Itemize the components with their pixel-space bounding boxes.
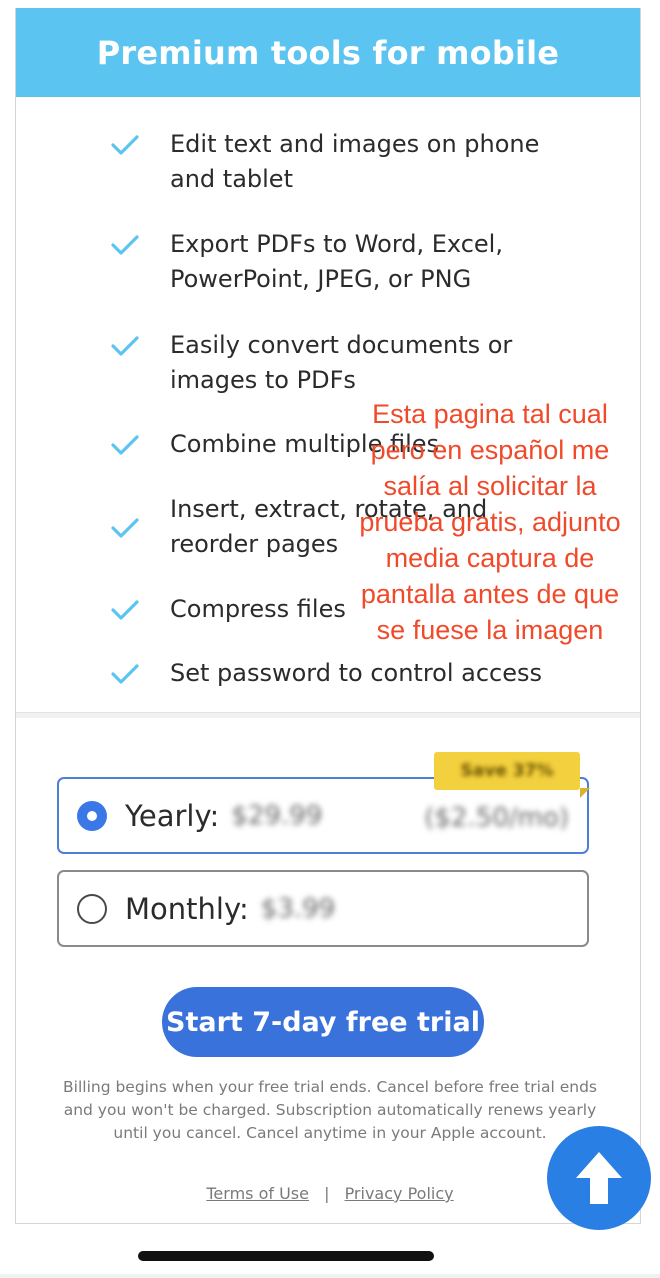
feature-text: Set password to control access	[170, 659, 543, 687]
checkmark-icon	[110, 598, 144, 628]
plan-price-per-month: ($2.50/mo)	[424, 799, 569, 833]
feature-text: Easily convert documents or images to PD…	[170, 331, 513, 394]
feature-text: Export PDFs to Word, Excel, PowerPoint, …	[170, 230, 503, 293]
billing-note: Billing begins when your free trial ends…	[63, 1078, 597, 1142]
arrow-up-icon	[576, 1152, 622, 1204]
privacy-policy-link[interactable]: Privacy Policy	[345, 1184, 454, 1203]
header-title: Premium tools for mobile	[96, 33, 560, 72]
feature-item: Set password to control access	[110, 656, 560, 692]
savings-badge-text: Save 37%	[460, 761, 554, 781]
feature-item: Edit text and images on phone and tablet	[110, 127, 560, 197]
plan-label-monthly: Monthly:	[125, 891, 249, 926]
start-free-trial-button[interactable]: Start 7-day free trial	[162, 987, 484, 1057]
checkmark-icon	[110, 233, 144, 263]
plan-price-yearly: $29.99	[231, 800, 323, 831]
feature-text: Compress files	[170, 595, 346, 623]
plan-option-monthly[interactable]: Monthly: $3.99	[57, 870, 589, 947]
header-banner: Premium tools for mobile	[16, 8, 640, 97]
terms-of-use-link[interactable]: Terms of Use	[206, 1184, 309, 1203]
plan-price-per-month-value: ($2.50/mo)	[424, 802, 569, 833]
plan-label-yearly: Yearly:	[125, 798, 220, 833]
checkmark-icon	[110, 662, 144, 692]
subscription-page: Premium tools for mobile Edit text and i…	[0, 0, 660, 1278]
feature-text: Edit text and images on phone and tablet	[170, 130, 540, 193]
feature-item: Export PDFs to Word, Excel, PowerPoint, …	[110, 227, 560, 297]
checkmark-icon	[110, 516, 144, 546]
annotation-overlay-text: Esta pagina tal cual pero en español me …	[359, 399, 621, 645]
checkmark-icon	[110, 133, 144, 163]
section-divider	[16, 712, 640, 718]
radio-unselected-icon[interactable]	[77, 893, 107, 924]
bottom-edge	[0, 1274, 660, 1278]
home-indicator[interactable]	[138, 1251, 434, 1261]
plan-price-monthly: $3.99	[260, 893, 336, 924]
feature-item: Easily convert documents or images to PD…	[110, 328, 560, 398]
checkmark-icon	[110, 433, 144, 463]
scroll-top-button[interactable]	[547, 1126, 651, 1230]
savings-badge: Save 37%	[434, 752, 590, 798]
link-separator: |	[324, 1184, 330, 1203]
radio-selected-icon[interactable]	[77, 800, 107, 831]
checkmark-icon	[110, 334, 144, 364]
